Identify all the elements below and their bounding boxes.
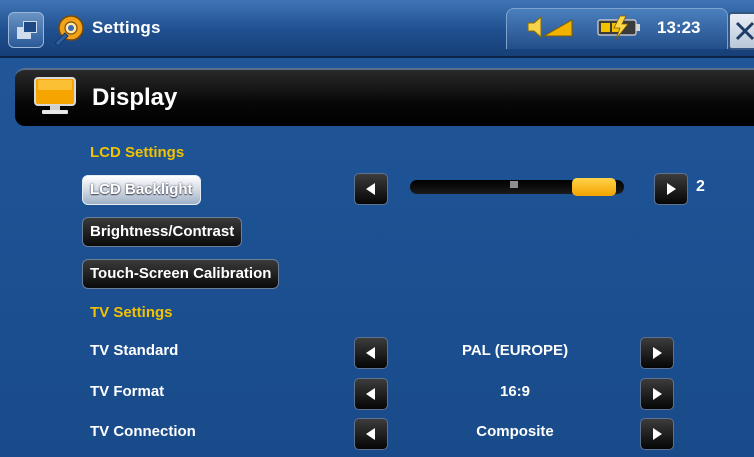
settings-screen: Settings 13:23 Display LCD Settings LCD … [0,0,754,457]
backlight-increase-button[interactable] [654,173,688,205]
tv-connection-label: TV Connection [90,423,196,440]
backlight-slider-center-mark [510,181,518,188]
page-title: Display [92,84,178,111]
tv-format-next-button[interactable] [640,378,674,410]
tv-format-label: TV Format [90,383,165,400]
lcd-settings-heading: LCD Settings [90,144,185,161]
clock: 13:23 [657,18,701,37]
arrow-right-icon [667,183,676,195]
arrow-left-icon [366,428,375,440]
tv-settings-heading: TV Settings [90,304,173,321]
brightness-contrast-button[interactable]: Brightness/Contrast [82,217,243,247]
backlight-value: 2 [696,178,705,195]
tv-standard-next-button[interactable] [640,337,674,369]
tv-standard-prev-button[interactable] [354,337,388,369]
close-icon [735,21,754,41]
arrow-left-icon [366,183,375,195]
tv-connection-next-button[interactable] [640,418,674,450]
menu-icon[interactable] [8,12,44,48]
tv-connection-prev-button[interactable] [354,418,388,450]
arrow-right-icon [653,347,662,359]
arrow-left-icon [366,347,375,359]
tv-format-value: 16:9 [499,383,531,400]
monitor-icon [34,77,76,114]
battery-icon [597,15,640,40]
backlight-slider-thumb[interactable] [571,178,616,196]
touch-screen-calibration-button[interactable]: Touch-Screen Calibration [82,259,280,289]
arrow-left-icon [366,388,375,400]
backlight-decrease-button[interactable] [354,173,388,205]
arrow-right-icon [653,428,662,440]
tv-standard-value: PAL (EUROPE) [461,342,569,359]
menu-icon-front-square [23,21,37,33]
close-button[interactable] [728,12,754,50]
lcd-backlight-button[interactable]: LCD Backlight [82,175,201,205]
arrow-right-icon [653,388,662,400]
tv-connection-value: Composite [476,423,554,440]
tv-standard-label: TV Standard [90,342,179,359]
tv-format-prev-button[interactable] [354,378,388,410]
app-title: Settings [92,18,161,37]
settings-icon [54,15,84,46]
volume-icon[interactable] [526,14,574,40]
